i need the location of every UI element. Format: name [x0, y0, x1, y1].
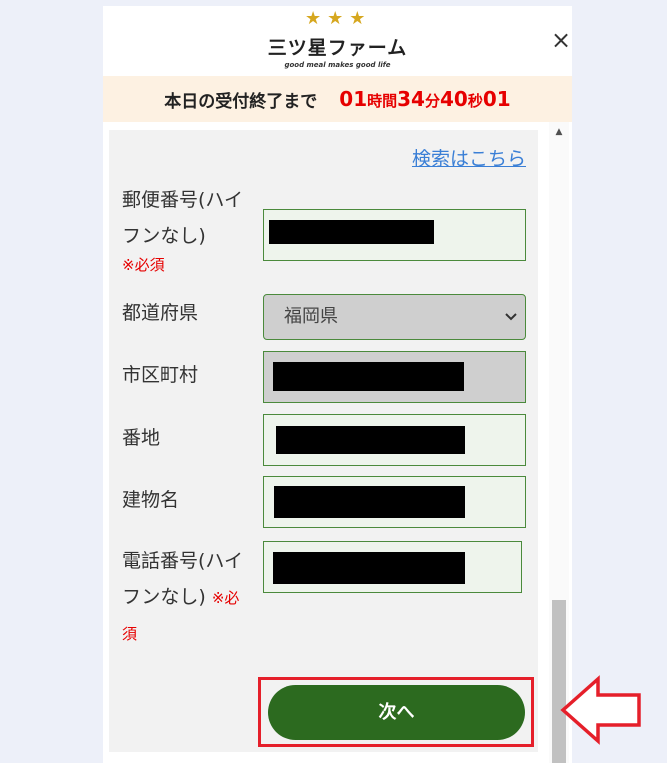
address-label: 番地	[122, 427, 161, 449]
scroll-up-icon[interactable]: ▲	[549, 122, 569, 142]
postal-label: 郵便番号(ハイ フンなし) ※必須	[122, 182, 243, 276]
postal-search-link[interactable]: 検索はこちら	[412, 144, 526, 171]
chevron-down-icon	[505, 295, 517, 339]
brand-stars: ★ ★ ★	[305, 10, 365, 28]
star-icon: ★	[305, 8, 322, 29]
star-icon: ★	[327, 8, 344, 29]
modal-panel: ★ ★ ★ 三ツ星ファーム good meal makes good life …	[103, 6, 572, 763]
postal-code-input[interactable]	[263, 209, 526, 261]
brand-logo-text: 三ツ星ファーム	[267, 37, 408, 59]
highlight-box	[258, 677, 534, 747]
header: ★ ★ ★ 三ツ星ファーム good meal makes good life …	[103, 6, 572, 76]
countdown-label: 本日の受付終了まで	[164, 91, 318, 112]
city-label: 市区町村	[122, 364, 199, 386]
countdown-seconds-unit: 秒	[467, 92, 483, 110]
countdown-timer: 01時間34分40秒01	[339, 87, 510, 111]
countdown-banner: 本日の受付終了まで 01時間34分40秒01	[103, 76, 572, 122]
pointer-arrow-icon	[560, 675, 642, 749]
redacted-value	[273, 362, 464, 391]
prefecture-select[interactable]: 福岡県	[263, 294, 526, 340]
redacted-value	[269, 220, 434, 244]
countdown-hours: 01	[339, 87, 368, 111]
postal-required-badge: ※必須	[122, 256, 165, 274]
countdown-minutes-unit: 分	[424, 92, 440, 110]
phone-label: 電話番号(ハイ フンなし) ※必 須	[122, 543, 243, 652]
phone-input[interactable]	[263, 541, 522, 593]
redacted-value	[276, 426, 465, 454]
address-form: 検索はこちら 郵便番号(ハイ フンなし) ※必須 都道府県 福岡県 市区町村 番…	[109, 130, 538, 752]
building-label: 建物名	[122, 489, 180, 511]
prefecture-selected-value: 福岡県	[284, 306, 338, 327]
phone-label-line1: 電話番号(ハイ	[122, 550, 244, 572]
redacted-value	[273, 552, 465, 584]
countdown-seconds: 40	[440, 87, 468, 111]
prefecture-label: 都道府県	[122, 302, 199, 324]
phone-label-line2: フンなし) ※必	[122, 579, 243, 616]
postal-label-line2: フンなし)	[122, 225, 206, 247]
redacted-value	[274, 486, 465, 518]
countdown-minutes: 34	[397, 87, 425, 111]
phone-required-badge: ※必	[211, 589, 240, 607]
countdown-fraction: 01	[482, 87, 511, 111]
postal-label-line1: 郵便番号(ハイ	[122, 189, 244, 211]
building-input[interactable]	[263, 476, 526, 528]
scrollbar[interactable]: ▲	[549, 122, 569, 763]
address-input[interactable]	[263, 414, 526, 466]
brand-tagline: good meal makes good life	[284, 61, 391, 69]
star-icon: ★	[349, 8, 366, 29]
close-icon[interactable]: ×	[549, 28, 572, 52]
phone-required-badge-wrap: 須	[122, 625, 138, 643]
phone-label-line2-text: フンなし)	[122, 586, 206, 608]
countdown-hours-unit: 時間	[367, 92, 398, 110]
city-input[interactable]	[263, 351, 526, 403]
